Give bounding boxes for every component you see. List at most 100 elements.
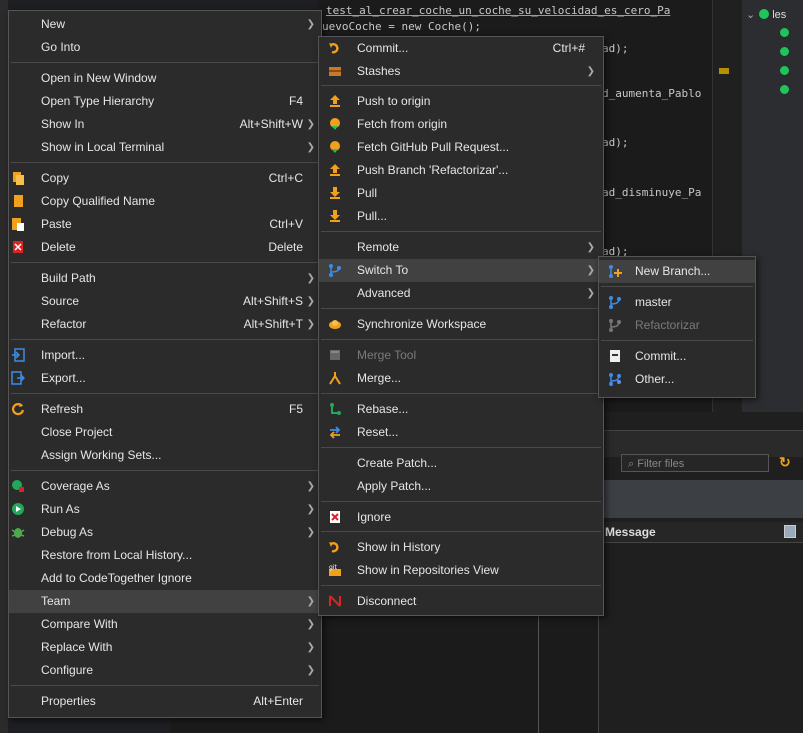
context-menu-item-show-in-local-terminal[interactable]: Show in Local Terminal ❯	[9, 136, 321, 159]
context-menu-item-build-path[interactable]: Build Path ❯	[9, 267, 321, 290]
context-menu-item-show-in[interactable]: Show In Alt+Shift+W ❯	[9, 113, 321, 136]
commit-message-icon[interactable]	[784, 525, 796, 538]
team-menu-item-fetch-from-origin[interactable]: Fetch from origin	[319, 113, 603, 136]
menu-separator	[11, 470, 319, 471]
test-pass-icon	[780, 66, 789, 75]
menu-item-label: Configure	[41, 663, 94, 677]
menu-item-label: Compare With	[41, 617, 118, 631]
search-icon: ⌕	[628, 458, 635, 470]
switch-icon	[328, 263, 342, 277]
team-menu-item-pull[interactable]: Pull	[319, 182, 603, 205]
team-submenu: Commit... Ctrl+# Stashes ❯ Push to origin Fet…	[318, 36, 604, 616]
context-menu-item-refresh[interactable]: Refresh F5	[9, 398, 321, 421]
context-menu-item-run-as[interactable]: Run As ❯	[9, 498, 321, 521]
filter-files-input[interactable]: ⌕ Filter files	[621, 454, 769, 472]
chevron-right-icon: ❯	[306, 665, 315, 676]
warning-marker[interactable]	[719, 68, 729, 74]
menu-item-label: Open in New Window	[41, 71, 157, 85]
context-menu-item-restore-from-local-history[interactable]: Restore from Local History...	[9, 544, 321, 567]
team-menu-item-pull[interactable]: Pull...	[319, 205, 603, 228]
menu-item-label: Go Into	[41, 40, 81, 54]
menu-separator	[601, 340, 753, 341]
menu-separator	[321, 231, 601, 232]
code-line-test-name: test_al_crear_coche_un_coche_su_velocida…	[326, 4, 671, 17]
context-menu-item-properties[interactable]: Properties Alt+Enter	[9, 690, 321, 713]
other-branches-icon	[608, 372, 622, 386]
menu-separator	[11, 162, 319, 163]
team-menu-item-push-to-origin[interactable]: Push to origin	[319, 90, 603, 113]
context-menu-item-replace-with[interactable]: Replace With ❯	[9, 636, 321, 659]
team-menu-item-remote[interactable]: Remote ❯	[319, 236, 603, 259]
context-menu-item-compare-with[interactable]: Compare With ❯	[9, 613, 321, 636]
team-menu-item-reset[interactable]: Reset...	[319, 421, 603, 444]
menu-item-label: Export...	[41, 371, 86, 385]
refresh-icon[interactable]: ↻	[779, 454, 791, 471]
team-menu-item-commit[interactable]: Commit... Ctrl+#	[319, 37, 603, 60]
menu-item-label: Apply Patch...	[357, 479, 432, 493]
team-menu-item-synchronize-workspace[interactable]: Synchronize Workspace	[319, 313, 603, 336]
context-menu-item-debug-as[interactable]: Debug As ❯	[9, 521, 321, 544]
context-menu-item-add-to-codetogether-ignore[interactable]: Add to CodeTogether Ignore	[9, 567, 321, 590]
test-tree-root[interactable]: ⌄ les	[746, 8, 786, 21]
team-menu-item-stashes[interactable]: Stashes ❯	[319, 60, 603, 83]
context-menu-item-open-in-new-window[interactable]: Open in New Window	[9, 67, 321, 90]
team-menu-item-show-in-history[interactable]: Show in History	[319, 536, 603, 559]
menu-item-label: Commit...	[635, 349, 687, 363]
menu-separator	[321, 85, 601, 86]
context-menu-item-configure[interactable]: Configure ❯	[9, 659, 321, 682]
synchronize-icon	[328, 317, 342, 331]
menu-item-label: Switch To	[357, 263, 409, 277]
context-menu-item-copy[interactable]: Copy Ctrl+C	[9, 167, 321, 190]
menu-separator	[321, 339, 601, 340]
push-branch-icon	[328, 163, 342, 177]
team-menu-item-rebase[interactable]: Rebase...	[319, 398, 603, 421]
context-menu-item-new[interactable]: New ❯	[9, 13, 321, 36]
switch-menu-item-commit[interactable]: Commit...	[599, 345, 755, 368]
context-menu-item-assign-working-sets[interactable]: Assign Working Sets...	[9, 444, 321, 467]
context-menu-item-paste[interactable]: Paste Ctrl+V	[9, 213, 321, 236]
context-menu-item-team[interactable]: Team ❯	[9, 590, 321, 613]
menu-item-label: Push Branch 'Refactorizar'...	[357, 163, 509, 177]
team-menu-item-show-in-repositories-view[interactable]: git Show in Repositories View	[319, 559, 603, 582]
context-menu-item-go-into[interactable]: Go Into	[9, 36, 321, 59]
history-icon	[328, 540, 342, 554]
chevron-right-icon: ❯	[586, 288, 595, 299]
team-menu-item-apply-patch[interactable]: Apply Patch...	[319, 475, 603, 498]
context-menu-item-copy-qualified-name[interactable]: Copy Qualified Name	[9, 190, 321, 213]
switch-to-submenu: New Branch... master Refactorizar Commit...…	[598, 256, 756, 398]
chevron-right-icon: ❯	[306, 319, 315, 330]
menu-item-label: Paste	[41, 217, 72, 231]
context-menu-item-open-type-hierarchy[interactable]: Open Type Hierarchy F4	[9, 90, 321, 113]
team-menu-item-create-patch[interactable]: Create Patch...	[319, 452, 603, 475]
team-menu-item-merge[interactable]: Merge...	[319, 367, 603, 390]
context-menu-item-delete[interactable]: Delete Delete	[9, 236, 321, 259]
menu-item-label: Debug As	[41, 525, 94, 539]
context-menu-item-import[interactable]: Import...	[9, 344, 321, 367]
refresh-icon	[11, 402, 25, 416]
message-column-header[interactable]: Message	[599, 522, 803, 543]
team-menu-item-ignore[interactable]: Ignore	[319, 506, 603, 529]
context-menu-item-coverage-as[interactable]: Coverage As ❯	[9, 475, 321, 498]
context-menu-item-source[interactable]: Source Alt+Shift+S ❯	[9, 290, 321, 313]
repositories-icon: git	[328, 563, 342, 577]
menu-item-label: Open Type Hierarchy	[41, 94, 155, 108]
paste-icon	[11, 217, 25, 231]
team-menu-item-switch-to[interactable]: Switch To ❯	[319, 259, 603, 282]
switch-menu-item-master[interactable]: master	[599, 291, 755, 314]
context-menu-item-export[interactable]: Export...	[9, 367, 321, 390]
team-menu-item-advanced[interactable]: Advanced ❯	[319, 282, 603, 305]
team-menu-item-push-branch-refactorizar[interactable]: Push Branch 'Refactorizar'...	[319, 159, 603, 182]
menu-item-label: Show in Repositories View	[357, 563, 499, 577]
switch-menu-item-new-branch[interactable]: New Branch...	[599, 260, 755, 283]
team-menu-item-fetch-github-pull-request[interactable]: Fetch GitHub Pull Request...	[319, 136, 603, 159]
chevron-down-icon[interactable]: ⌄	[746, 9, 755, 21]
menu-separator	[11, 62, 319, 63]
chevron-right-icon: ❯	[586, 265, 595, 276]
team-menu-item-disconnect[interactable]: Disconnect	[319, 590, 603, 613]
menu-separator	[11, 685, 319, 686]
code-fragment: ad);	[602, 42, 629, 55]
switch-menu-item-other[interactable]: Other...	[599, 368, 755, 391]
context-menu-item-close-project[interactable]: Close Project	[9, 421, 321, 444]
menu-item-label: Add to CodeTogether Ignore	[41, 571, 192, 585]
context-menu-item-refactor[interactable]: Refactor Alt+Shift+T ❯	[9, 313, 321, 336]
